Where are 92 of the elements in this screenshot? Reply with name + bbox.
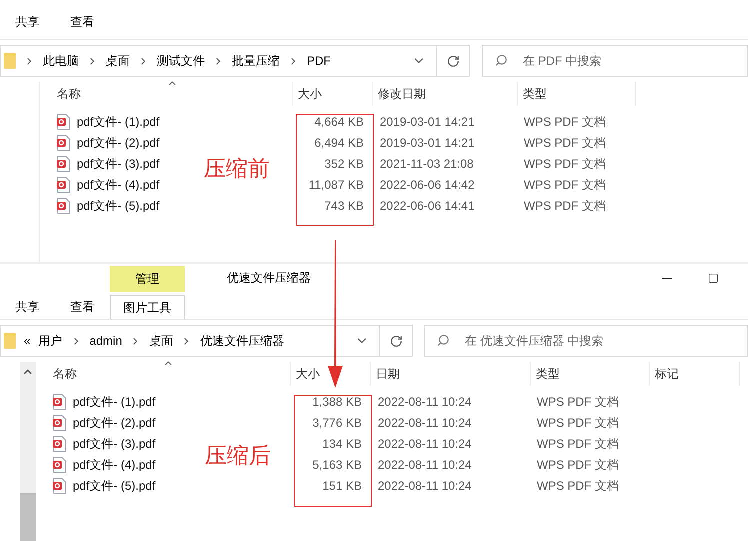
file-size: 352 KB — [324, 156, 364, 172]
overflow-chevrons[interactable]: « — [24, 332, 31, 350]
ribbon-tab[interactable]: 共享 — [0, 295, 55, 319]
column-header[interactable]: 名称 — [53, 365, 77, 383]
file-date: 2022-06-06 14:42 — [380, 178, 475, 192]
file-name[interactable]: pdf文件- (5).pdf — [73, 476, 156, 494]
column-header[interactable]: 类型 — [536, 365, 560, 383]
pdf-file-icon — [57, 114, 71, 130]
search-icon — [495, 54, 508, 67]
address-bar[interactable]: « 用户 admin 桌面 优速文件压缩器 — [0, 325, 380, 357]
file-size: 4,664 KB — [314, 114, 364, 130]
ribbon-tab[interactable]: 图片工具 — [110, 295, 185, 319]
pdf-file-icon — [53, 394, 67, 410]
search-field[interactable]: 在 PDF 中搜索 — [482, 45, 748, 77]
column-header[interactable]: 日期 — [376, 365, 400, 383]
file-size: 134 KB — [322, 436, 362, 452]
refresh-button[interactable] — [380, 325, 413, 357]
refresh-button[interactable] — [437, 45, 470, 77]
breadcrumb[interactable]: 此电脑 — [43, 52, 79, 70]
file-type: WPS PDF 文档 — [524, 178, 606, 192]
pdf-file-icon — [53, 414, 67, 430]
file-type: WPS PDF 文档 — [524, 136, 606, 150]
file-size: 3,776 KB — [312, 414, 362, 432]
file-name[interactable]: pdf文件- (2).pdf — [77, 134, 160, 152]
file-date: 2019-03-01 14:21 — [380, 136, 475, 150]
file-name[interactable]: pdf文件- (1).pdf — [77, 112, 160, 130]
file-type: WPS PDF 文档 — [537, 478, 620, 492]
breadcrumb[interactable]: PDF — [307, 52, 331, 70]
refresh-icon — [446, 54, 460, 68]
breadcrumb[interactable]: 测试文件 — [157, 52, 205, 70]
search-field[interactable]: 在 优速文件压缩器 中搜索 — [424, 325, 748, 357]
column-header[interactable]: 大小 — [296, 365, 320, 383]
file-name[interactable]: pdf文件- (4).pdf — [77, 176, 160, 194]
file-type: WPS PDF 文档 — [537, 394, 620, 408]
file-name[interactable]: pdf文件- (1).pdf — [73, 392, 156, 410]
refresh-icon — [390, 334, 402, 348]
column-header[interactable]: 修改日期 — [378, 85, 426, 103]
annotation-label: 压缩前 — [204, 155, 270, 183]
file-name[interactable]: pdf文件- (2).pdf — [73, 414, 156, 432]
breadcrumb[interactable]: 批量压缩 — [232, 52, 280, 70]
pdf-file-icon — [57, 134, 71, 150]
breadcrumb[interactable]: 桌面 — [149, 332, 174, 350]
pdf-file-icon — [57, 156, 71, 172]
search-icon — [437, 334, 450, 347]
file-size: 11,087 KB — [308, 176, 364, 194]
ribbon-tab[interactable]: 查看 — [55, 295, 110, 319]
maximize-icon — [708, 272, 718, 284]
ribbon-context-tab[interactable]: 管理 — [110, 266, 185, 292]
file-type: WPS PDF 文档 — [524, 198, 606, 212]
file-date: 2022-08-11 10:24 — [378, 436, 472, 450]
file-name[interactable]: pdf文件- (5).pdf — [77, 196, 160, 214]
file-name[interactable]: pdf文件- (3).pdf — [77, 154, 160, 172]
column-header[interactable]: 类型 — [523, 85, 547, 103]
folder-icon — [4, 333, 16, 349]
file-type: WPS PDF 文档 — [537, 458, 620, 472]
file-date: 2022-08-11 10:24 — [378, 394, 472, 408]
file-type: WPS PDF 文档 — [524, 156, 606, 170]
file-type: WPS PDF 文档 — [537, 436, 620, 450]
file-date: 2022-08-11 10:24 — [378, 458, 472, 472]
file-size: 743 KB — [324, 198, 364, 214]
file-type: WPS PDF 文档 — [537, 416, 620, 430]
ribbon-tab[interactable]: 共享 — [0, 10, 55, 34]
column-header[interactable]: 标记 — [655, 365, 679, 383]
pdf-file-icon — [57, 176, 71, 192]
file-date: 2022-08-11 10:24 — [378, 478, 472, 492]
breadcrumb[interactable]: 用户 — [38, 332, 63, 350]
breadcrumb[interactable]: 优速文件压缩器 — [200, 332, 284, 350]
file-size: 151 KB — [322, 478, 362, 494]
window-title: 优速文件压缩器 — [227, 270, 311, 287]
file-date: 2021-11-03 21:08 — [380, 156, 474, 170]
pdf-file-icon — [53, 478, 67, 494]
breadcrumb[interactable]: admin — [90, 332, 122, 350]
column-header[interactable]: 名称 — [57, 85, 81, 103]
file-date: 2022-08-11 10:24 — [378, 416, 472, 430]
file-size: 6,494 KB — [314, 134, 364, 152]
file-size: 5,163 KB — [312, 456, 362, 474]
file-date: 2019-03-01 14:21 — [380, 114, 475, 128]
pdf-file-icon — [53, 456, 67, 472]
file-name[interactable]: pdf文件- (3).pdf — [73, 434, 156, 452]
file-date: 2022-06-06 14:41 — [380, 198, 475, 212]
file-size: 1,388 KB — [312, 394, 362, 410]
pdf-file-icon — [57, 198, 71, 214]
address-bar[interactable]: 此电脑 桌面 测试文件 批量压缩 PDF — [0, 45, 437, 77]
breadcrumb[interactable]: 桌面 — [106, 52, 130, 70]
pdf-file-icon — [53, 436, 67, 452]
scrollbar[interactable] — [20, 362, 36, 541]
ribbon-tab[interactable]: 查看 — [55, 10, 110, 34]
file-type: WPS PDF 文档 — [524, 114, 606, 128]
annotation-label: 压缩后 — [205, 442, 271, 470]
column-header[interactable]: 大小 — [298, 85, 322, 103]
folder-icon — [4, 53, 16, 69]
file-name[interactable]: pdf文件- (4).pdf — [73, 456, 156, 474]
